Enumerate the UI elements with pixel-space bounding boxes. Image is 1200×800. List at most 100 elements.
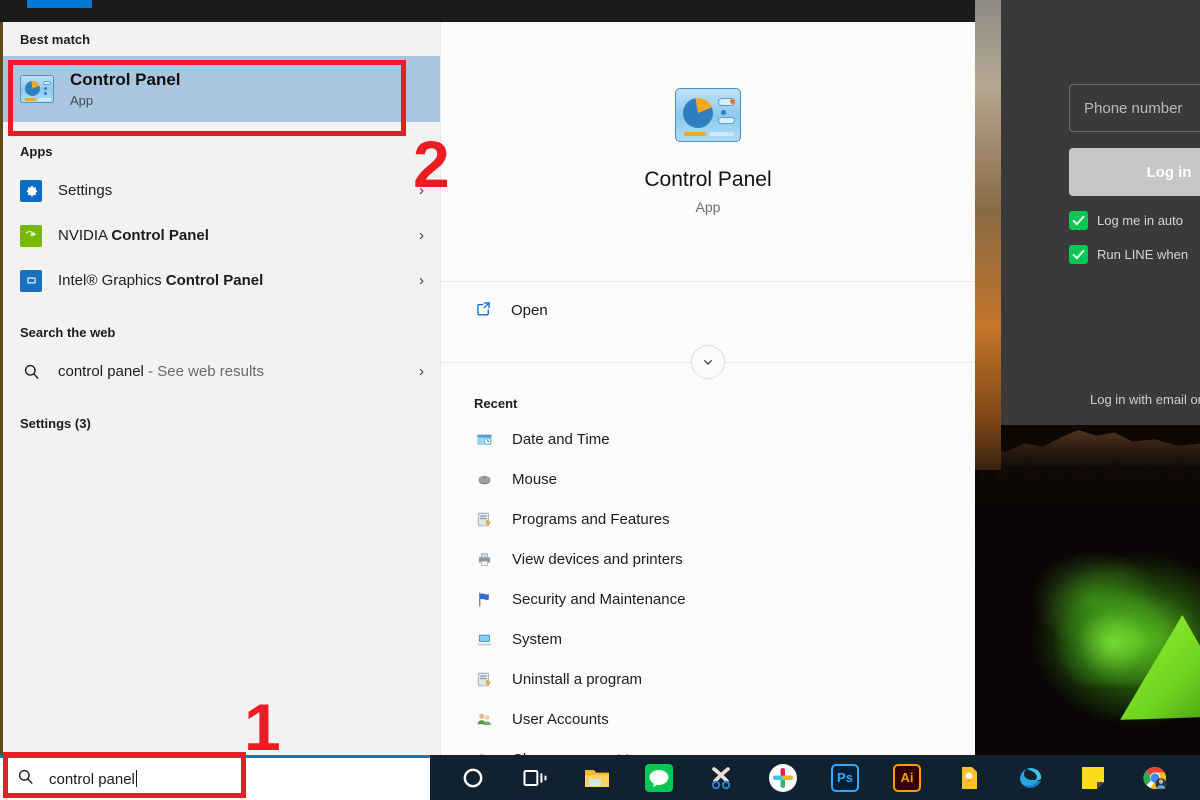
recent-header: Recent — [474, 396, 518, 411]
recent-item-uninstall-a-program[interactable]: Uninstall a program — [441, 659, 975, 699]
devices-printers-icon — [474, 549, 494, 569]
expander-wrap — [441, 338, 975, 386]
recent-item-programs-and-features[interactable]: Programs and Features — [441, 499, 975, 539]
taskbar-search-box[interactable]: control panel — [0, 755, 430, 800]
intel-icon — [20, 269, 42, 292]
app-preview-pane: Control Panel App Open Recent Date and T… — [440, 22, 975, 768]
taskbar-item-slack[interactable] — [752, 755, 814, 800]
snipping-tool-icon — [707, 764, 735, 792]
taskbar-item-keep-notes[interactable] — [938, 755, 1000, 800]
recent-item-label: Uninstall a program — [512, 670, 643, 688]
taskbar-item-file-explorer[interactable] — [566, 755, 628, 800]
recent-item-label: Date and Time — [512, 430, 610, 448]
recent-item-view-devices-and-printers[interactable]: View devices and printers — [441, 539, 975, 579]
search-input[interactable]: control panel — [49, 770, 137, 788]
recent-item-label: System — [512, 630, 563, 648]
app-row-settings[interactable]: Settings › — [3, 168, 440, 213]
chevron-right-icon[interactable]: › — [419, 227, 424, 244]
recent-item-label: User Accounts — [512, 710, 609, 728]
user-accounts-icon — [474, 709, 494, 729]
open-label: Open — [511, 301, 548, 319]
date-time-icon — [474, 429, 494, 449]
best-match-title: Control Panel — [70, 70, 181, 89]
recent-item-label: View devices and printers — [512, 550, 683, 568]
taskbar-item-task-view[interactable] — [504, 755, 566, 800]
best-match-header: Best match — [20, 31, 91, 47]
task-view-icon — [521, 764, 549, 792]
settings-gear-icon — [20, 179, 42, 202]
preview-hero: Control Panel App — [441, 22, 975, 282]
microsoft-edge-icon — [1017, 764, 1045, 792]
cortana-icon — [459, 764, 487, 792]
auto-login-label: Log me in auto — [1097, 213, 1184, 228]
search-flyout: Best match Control Panel App Apps Settin… — [0, 22, 975, 768]
recent-item-mouse[interactable]: Mouse — [441, 459, 975, 499]
search-magnifier-icon — [20, 362, 42, 381]
annotation-number-one: 1 — [244, 690, 281, 764]
app-row-nvidia-control-panel[interactable]: NVIDIA Control Panel › — [3, 213, 440, 258]
line-icon — [645, 763, 673, 792]
recent-item-security-and-maintenance[interactable]: Security and Maintenance — [441, 579, 975, 619]
phone-number-placeholder: Phone number — [1084, 99, 1183, 117]
slack-icon — [769, 763, 797, 792]
google-chrome-icon — [1141, 764, 1169, 792]
wooden-post — [975, 0, 1001, 470]
preview-title: Control Panel — [644, 168, 772, 191]
taskbar-item-pink-bracket[interactable]: › — [1186, 755, 1200, 800]
web-result-row[interactable]: control panel - See web results › — [3, 349, 440, 394]
annotation-number-two: 2 — [413, 127, 450, 201]
best-match-result-control-panel[interactable]: Control Panel App — [3, 56, 440, 122]
best-match-subtitle: App — [70, 93, 94, 108]
line-login-button[interactable]: Log in — [1069, 148, 1200, 196]
checkbox-checked-icon[interactable] — [1069, 245, 1088, 264]
illustrator-icon: Ai — [893, 763, 921, 792]
taskbar: control panel Ps Ai — [0, 755, 1200, 800]
recent-item-date-and-time[interactable]: Date and Time — [441, 419, 975, 459]
programs-features-icon — [474, 509, 494, 529]
taskbar-item-illustrator[interactable]: Ai — [876, 755, 938, 800]
photoshop-icon: Ps — [831, 763, 859, 792]
web-result-label: control panel - See web results — [58, 363, 264, 380]
flag-icon — [474, 589, 494, 609]
taskbar-tray: Ps Ai — [430, 755, 1200, 800]
control-panel-icon — [675, 88, 741, 142]
taskbar-item-cortana[interactable] — [442, 755, 504, 800]
mountain-ridge — [975, 430, 1200, 467]
screen: Phone number Log in Log me in auto Run L… — [0, 0, 1200, 800]
run-on-startup-label: Run LINE when — [1097, 247, 1189, 262]
preview-subtitle: App — [695, 199, 721, 215]
external-link-icon — [474, 299, 493, 322]
recent-item-system[interactable]: System — [441, 619, 975, 659]
recent-item-label: Security and Maintenance — [512, 590, 686, 608]
chevron-right-icon[interactable]: › — [419, 363, 424, 380]
search-results-pane: Best match Control Panel App Apps Settin… — [3, 22, 440, 755]
line-login-label: Log in — [1146, 163, 1192, 181]
nvidia-icon — [20, 224, 42, 247]
chevron-down-icon[interactable] — [691, 345, 725, 379]
flyout-top-strip — [0, 0, 975, 22]
taskbar-item-sticky-notes[interactable] — [1062, 755, 1124, 800]
recent-item-label: Programs and Features — [512, 510, 670, 528]
chevron-right-icon[interactable]: › — [419, 272, 424, 289]
apps-header: Apps — [20, 143, 53, 159]
login-with-email-link[interactable]: Log in with email or — [1090, 392, 1200, 407]
checkbox-checked-icon[interactable] — [1069, 211, 1088, 230]
taskbar-item-microsoft-edge[interactable] — [1000, 755, 1062, 800]
programs-features-icon — [474, 669, 494, 689]
control-panel-icon — [20, 75, 54, 103]
phone-number-field[interactable]: Phone number — [1069, 84, 1200, 132]
taskbar-item-google-chrome[interactable] — [1124, 755, 1186, 800]
recent-item-user-accounts[interactable]: User Accounts — [441, 699, 975, 739]
app-row-intel-graphics-control-panel[interactable]: Intel® Graphics Control Panel › — [3, 258, 440, 303]
taskbar-item-snipping-tool[interactable] — [690, 755, 752, 800]
settings-count-header: Settings (3) — [20, 415, 91, 431]
taskbar-item-line[interactable] — [628, 755, 690, 800]
text-caret — [135, 770, 137, 787]
taskbar-item-photoshop[interactable]: Ps — [814, 755, 876, 800]
recent-item-label: Mouse — [512, 470, 558, 488]
keep-notes-icon — [955, 764, 983, 792]
run-on-startup-checkbox-row[interactable]: Run LINE when — [1069, 245, 1188, 264]
open-action-row[interactable]: Open — [441, 282, 975, 338]
system-icon — [474, 629, 494, 649]
auto-login-checkbox-row[interactable]: Log me in auto — [1069, 211, 1183, 230]
